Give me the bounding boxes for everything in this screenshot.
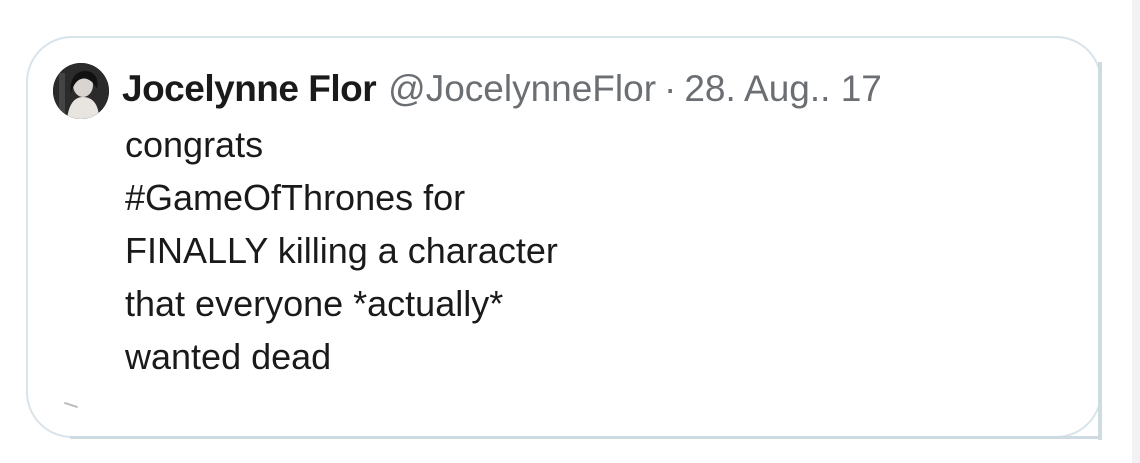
tweet-text-line: FINALLY killing a character <box>125 230 558 271</box>
tweet-text-line: #GameOfThrones for <box>125 177 466 218</box>
author-handle[interactable]: @JocelynneFlor <box>388 64 656 114</box>
tweet-text-line: wanted dead <box>125 336 332 377</box>
card-shadow-bottom <box>70 436 1102 439</box>
tweet-date[interactable]: 28. Aug.. 17 <box>684 64 882 114</box>
author-name[interactable]: Jocelynne Flor <box>122 64 377 114</box>
screenshot-page: Jocelynne Flor @JocelynneFlor · 28. Aug.… <box>0 0 1140 463</box>
tweet-text-line: that everyone *actually* <box>125 283 504 324</box>
profile-photo-icon <box>53 63 109 119</box>
page-edge <box>1132 0 1140 463</box>
tweet-text: congrats #GameOfThrones for FINALLY kill… <box>125 118 558 383</box>
avatar[interactable] <box>53 63 109 119</box>
card-shadow-right <box>1098 62 1102 440</box>
tweet-header: Jocelynne Flor @JocelynneFlor · 28. Aug.… <box>122 64 882 114</box>
header-separator: · <box>664 68 677 109</box>
tweet-text-line: congrats <box>125 124 264 165</box>
